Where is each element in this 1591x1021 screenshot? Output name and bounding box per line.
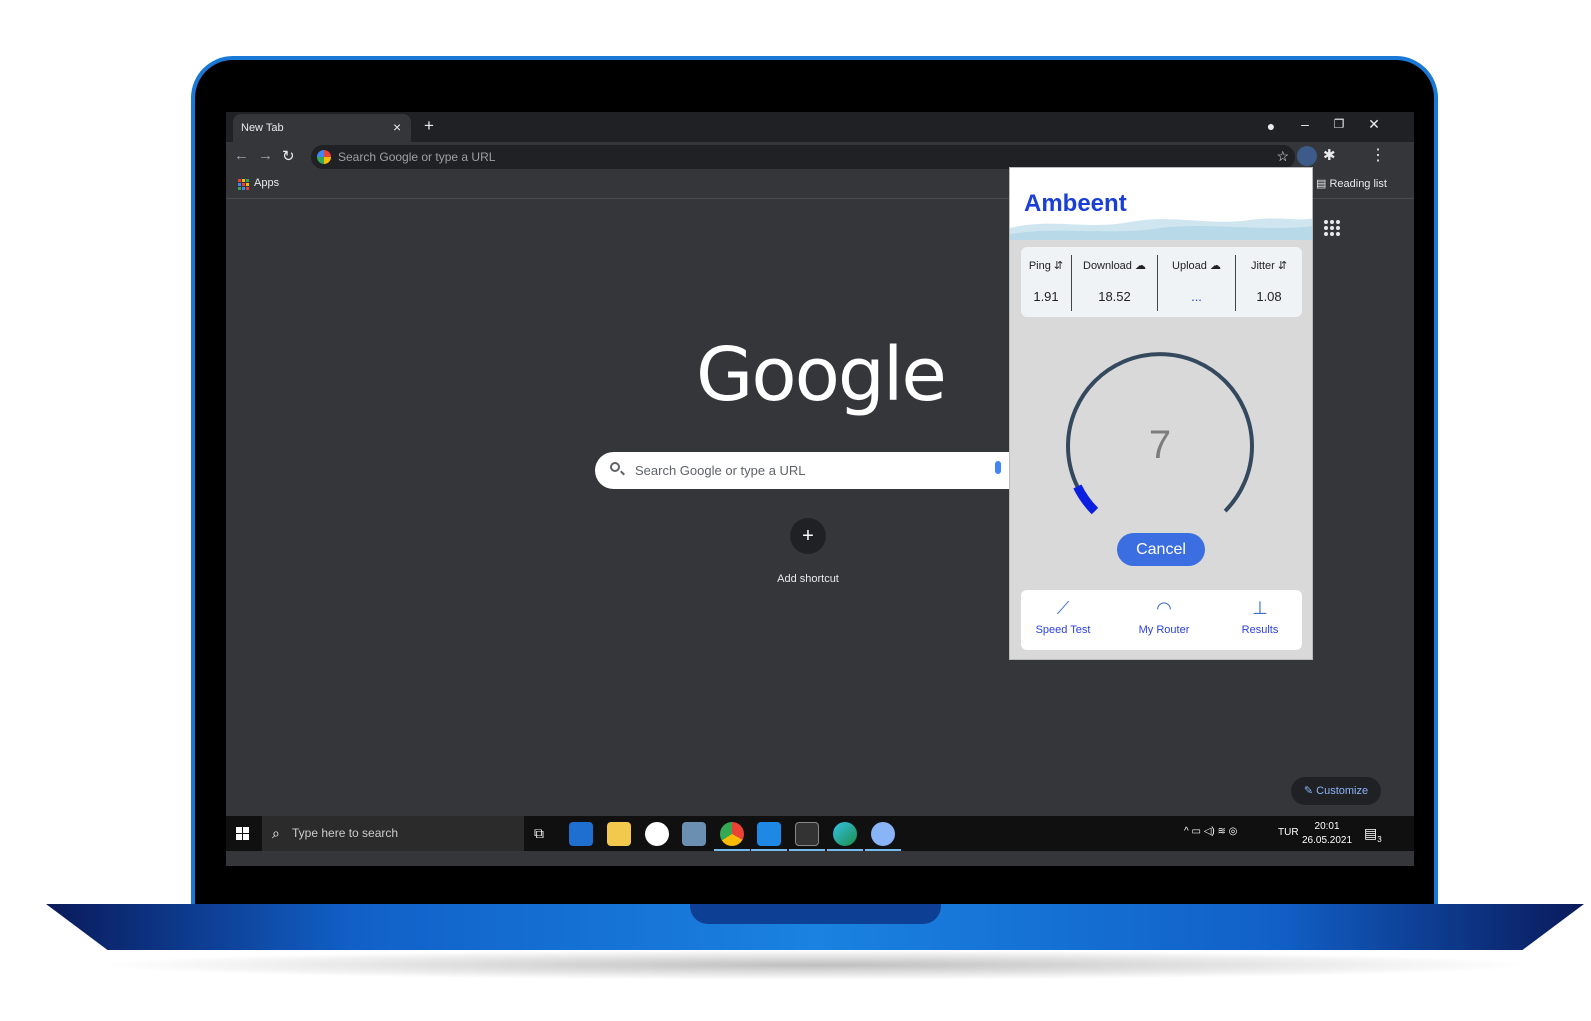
profile-menu-icon[interactable]: ● <box>1261 118 1281 134</box>
tab-strip: New Tab × + ● – ❐ ✕ <box>226 112 1414 142</box>
popup-nav: ⟋ Speed Test ◠ My Router ⊥ Results <box>1021 590 1302 650</box>
ntp-search-input[interactable]: Search Google or type a URL <box>595 452 1035 489</box>
add-shortcut-label: Add shortcut <box>777 573 839 585</box>
taskbar-search-input[interactable]: ⌕ Type here to search <box>262 816 524 851</box>
chart-line-icon: ⟋ <box>1056 598 1070 618</box>
search-icon <box>610 462 620 472</box>
edge-app-icon[interactable] <box>833 822 857 846</box>
stat-label: Upload ☁ <box>1172 260 1221 272</box>
taskbar-search-placeholder: Type here to search <box>292 826 399 840</box>
nav-my-router[interactable]: ◠ My Router <box>1124 598 1204 636</box>
extensions-puzzle-icon[interactable]: ✱ <box>1323 146 1336 164</box>
terminal-active-indicator <box>789 849 825 851</box>
add-shortcut-button[interactable]: + <box>790 518 826 554</box>
edge-active-indicator <box>827 849 863 851</box>
stat-label: Jitter ⇵ <box>1250 260 1288 272</box>
vscode-app-icon[interactable] <box>757 822 781 846</box>
google-logo: Google <box>696 332 947 418</box>
clock-time: 20:01 <box>1314 821 1340 832</box>
ntp-search-placeholder: Search Google or type a URL <box>635 463 806 478</box>
language-indicator[interactable]: TUR <box>1278 827 1299 838</box>
file-explorer-icon[interactable] <box>607 822 631 846</box>
stat-label: Ping ⇵ <box>1028 260 1064 272</box>
stat-value: 1.91 <box>1033 289 1059 304</box>
chrome-app-icon[interactable] <box>720 822 744 846</box>
minimize-button[interactable]: – <box>1295 116 1315 132</box>
address-bar[interactable]: Search Google or type a URL ☆ <box>311 145 1295 169</box>
cancel-button[interactable]: Cancel <box>1117 533 1205 566</box>
taskbar-search-icon: ⌕ <box>272 825 280 841</box>
stat-label: Download ☁ <box>1083 260 1146 272</box>
notification-center-icon[interactable]: ▤3 <box>1364 825 1382 844</box>
address-bar-placeholder: Search Google or type a URL <box>338 150 496 164</box>
app-icon-pocket[interactable] <box>682 822 706 846</box>
apps-bookmark[interactable]: Apps <box>254 177 279 189</box>
apps-grid-icon[interactable] <box>238 179 249 190</box>
reading-list-button[interactable]: ▤ Reading list <box>1316 177 1387 190</box>
vscode-active-indicator <box>751 849 787 851</box>
bookmark-star-icon[interactable]: ☆ <box>1276 148 1289 165</box>
app-icon-w[interactable] <box>645 822 669 846</box>
windows-taskbar: ⌕ Type here to search ⧉ ^ ▭ ◁) ≋ ◎ TUR 2… <box>226 816 1414 851</box>
popup-title: Ambeent <box>1024 190 1127 217</box>
nav-label: My Router <box>1138 624 1190 636</box>
clock-date: 26.05.2021 <box>1302 835 1353 846</box>
browser-menu-icon[interactable]: ⋮ <box>1370 145 1386 165</box>
gauge-progress <box>1073 484 1099 515</box>
mail-app-icon[interactable] <box>569 822 593 846</box>
nav-speed-test[interactable]: ⟋ Speed Test <box>1023 598 1103 636</box>
close-tab-icon[interactable]: × <box>393 119 401 135</box>
close-window-button[interactable]: ✕ <box>1364 116 1384 133</box>
results-icon: ⊥ <box>1252 598 1268 618</box>
forward-icon[interactable]: → <box>258 147 273 164</box>
tab-title: New Tab <box>241 122 284 134</box>
tab-new-tab[interactable]: New Tab × <box>233 114 411 142</box>
stat-value: ... <box>1191 289 1202 304</box>
stat-jitter: Jitter ⇵ 1.08 <box>1236 247 1302 317</box>
chrome-active-indicator <box>714 849 750 851</box>
taskbar-clock[interactable]: 20:01 26.05.2021 <box>1302 820 1352 848</box>
nav-label: Speed Test <box>1035 624 1091 636</box>
google-favicon-icon <box>317 150 331 164</box>
microphone-icon[interactable] <box>995 461 1001 474</box>
stat-ping: Ping ⇵ 1.91 <box>1021 247 1071 317</box>
stat-value: 18.52 <box>1098 289 1131 304</box>
ambeent-extension-popup: Ambeent Ping ⇵ 1.91 Download ☁ 18.52 Upl… <box>1009 167 1313 660</box>
terminal-app-icon[interactable] <box>795 822 819 846</box>
laptop-shadow <box>90 950 1540 980</box>
stat-upload: Upload ☁ ... <box>1158 247 1235 317</box>
task-view-icon[interactable]: ⧉ <box>534 825 544 842</box>
popup-header: Ambeent <box>1010 168 1312 240</box>
back-icon[interactable]: ← <box>234 147 249 164</box>
nav-label: Results <box>1241 624 1279 636</box>
gauge-value: 7 <box>1148 423 1172 467</box>
customize-button[interactable]: ✎ Customize <box>1291 777 1381 805</box>
app-icon-paint[interactable] <box>871 822 895 846</box>
restore-button[interactable]: ❐ <box>1329 117 1349 131</box>
stat-download: Download ☁ 18.52 <box>1072 247 1157 317</box>
notification-count: 3 <box>1377 834 1382 844</box>
laptop-notch <box>690 904 941 924</box>
stat-value: 1.08 <box>1256 289 1282 304</box>
reload-icon[interactable]: ↻ <box>282 147 295 165</box>
router-gauge-icon: ◠ <box>1156 598 1172 618</box>
tray-icons[interactable]: ^ ▭ ◁) ≋ ◎ <box>1184 826 1237 837</box>
reading-list-label: Reading list <box>1329 178 1387 190</box>
google-apps-icon[interactable] <box>1324 220 1340 236</box>
speed-stats-card: Ping ⇵ 1.91 Download ☁ 18.52 Upload ☁ ..… <box>1021 247 1302 317</box>
extension-ambeent-icon[interactable] <box>1297 146 1317 166</box>
customize-label: Customize <box>1316 785 1369 797</box>
paint-active-indicator <box>865 849 901 851</box>
windows-start-icon[interactable] <box>236 827 249 840</box>
nav-results[interactable]: ⊥ Results <box>1220 598 1300 636</box>
new-tab-button[interactable]: + <box>424 116 434 136</box>
